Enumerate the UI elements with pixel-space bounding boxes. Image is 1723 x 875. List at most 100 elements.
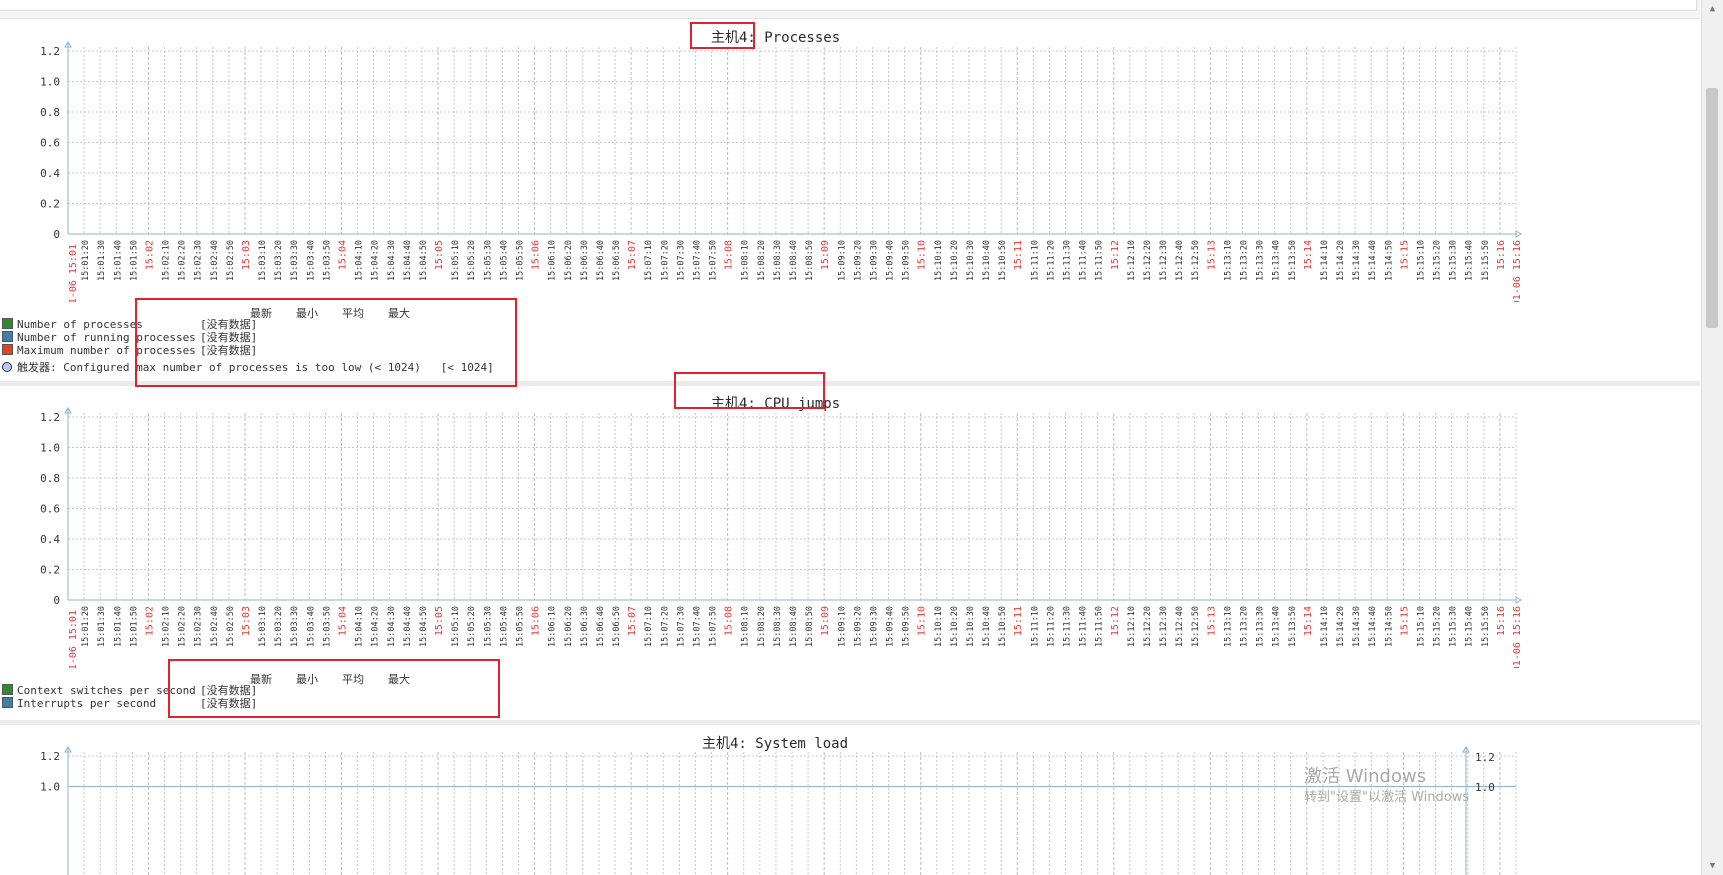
top-toolbar-field <box>0 0 1697 11</box>
x-major-tick-label: 15:16 <box>1496 606 1507 636</box>
x-tick-label: 15:08:30 <box>773 606 783 647</box>
x-tick-label: 15:05:30 <box>483 606 493 647</box>
x-tick-label: 15:10:30 <box>966 606 976 647</box>
x-tick-label: 15:03:10 <box>258 240 268 281</box>
x-tick-label: 15:07:10 <box>644 240 654 281</box>
x-tick-label: 15:04:40 <box>403 240 413 281</box>
x-major-tick-label: 15:13 <box>1206 606 1217 636</box>
x-tick-label: 15:12:30 <box>1159 606 1169 647</box>
x-major-tick-label: 15:06 <box>531 240 542 270</box>
x-tick-label: 15:03:50 <box>322 240 332 281</box>
x-tick-label: 15:14:40 <box>1368 606 1378 647</box>
x-tick-label: 15:11:10 <box>1030 606 1040 647</box>
x-tick-label: 15:12:20 <box>1143 240 1153 281</box>
x-major-tick-label: 15:09 <box>820 606 831 636</box>
x-tick-label: 15:02:30 <box>194 240 204 281</box>
windows-activation-watermark: 激活 Windows <box>1304 766 1427 787</box>
x-tick-label: 15:14:20 <box>1336 240 1346 281</box>
scroll-up-icon[interactable]: ▲ <box>1702 0 1723 18</box>
x-axis-arrow <box>1515 230 1522 238</box>
x-tick-label: 15:09:40 <box>886 240 896 281</box>
x-tick-label: 15:11:20 <box>1046 240 1056 281</box>
series-color-swatch <box>2 331 13 342</box>
x-tick-label: 15:06:40 <box>596 240 606 281</box>
y-tick-label: 1.2 <box>40 411 60 424</box>
x-tick-label: 15:13:10 <box>1223 240 1233 281</box>
x-major-tick-label: 15:14 <box>1303 240 1314 270</box>
x-tick-label: 15:07:50 <box>709 240 719 281</box>
y-tick-label: 0.8 <box>40 106 60 119</box>
processes-graph[interactable]: 1.2 1.0 0.8 0.6 0.4 0.2 0 01-06 15:01 15:01:20 15… <box>0 40 1540 302</box>
x-major-tick-label: 15:05 <box>434 606 445 636</box>
x-tick-label: 15:10:40 <box>982 240 992 281</box>
x-tick-label: 15:15:10 <box>1416 240 1426 281</box>
x-major-tick-label: 15:10 <box>917 240 928 270</box>
x-major-tick-label: 15:03 <box>241 240 252 270</box>
x-tick-label: 15:12:40 <box>1175 606 1185 647</box>
y-tick-label: 1.0 <box>40 76 60 89</box>
x-tick-label: 15:06:50 <box>612 240 622 281</box>
x-tick-label: 15:03:30 <box>290 606 300 647</box>
x-tick-label: 15:06:20 <box>564 240 574 281</box>
x-tick-label: 15:11:30 <box>1063 606 1073 647</box>
x-tick-label: 15:01:50 <box>129 606 139 647</box>
x-tick-label: 15:15:30 <box>1449 606 1459 647</box>
x-tick-label: 15:09:30 <box>869 240 879 281</box>
x-tick-label: 15:03:40 <box>306 240 316 281</box>
y-tick-label: 1.2 <box>40 45 60 58</box>
y-tick-label: 1.0 <box>40 442 60 455</box>
x-major-tick-label: 15:14 <box>1303 606 1314 636</box>
x-tick-label: 15:02:10 <box>162 606 172 647</box>
y-tick-label: 0.6 <box>40 503 60 516</box>
x-tick-label: 15:11:50 <box>1095 240 1105 281</box>
x-tick-label: 15:02:30 <box>194 606 204 647</box>
x-major-tick-label: 15:07 <box>627 240 638 270</box>
x-tick-label: 15:04:10 <box>355 240 365 281</box>
x-tick-label: 15:05:50 <box>515 606 525 647</box>
x-tick-label: 15:10:40 <box>982 606 992 647</box>
x-tick-label: 15:11:30 <box>1063 240 1073 281</box>
x-tick-label: 15:15:50 <box>1481 606 1491 647</box>
x-tick-label: 15:14:10 <box>1320 606 1330 647</box>
highlight-box <box>168 659 500 718</box>
top-toolbar-strip <box>0 0 1700 19</box>
x-tick-label: 15:10:20 <box>950 606 960 647</box>
x-tick-label: 15:14:30 <box>1352 606 1362 647</box>
x-tick-label: 15:04:30 <box>387 240 397 281</box>
x-tick-label: 15:11:50 <box>1095 606 1105 647</box>
x-tick-label: 15:05:40 <box>499 240 509 281</box>
x-tick-label: 15:05:30 <box>483 240 493 281</box>
x-tick-label: 15:09:10 <box>837 606 847 647</box>
x-tick-label: 15:05:10 <box>451 606 461 647</box>
x-major-tick-label: 15:11 <box>1013 240 1024 270</box>
x-tick-label: 15:14:30 <box>1352 240 1362 281</box>
x-major-tick-label: 15:02 <box>144 606 155 636</box>
y-tick-label: 0.2 <box>40 198 60 211</box>
x-major-tick-label: 15:07 <box>627 606 638 636</box>
scroll-down-icon[interactable]: ▼ <box>1702 857 1723 875</box>
x-tick-label: 15:13:10 <box>1223 606 1233 647</box>
x-tick-label: 15:13:40 <box>1272 606 1282 647</box>
series-color-swatch <box>2 318 13 329</box>
vertical-scrollbar[interactable]: ▲ ▼ <box>1701 0 1723 875</box>
x-major-tick-label: 15:09 <box>820 240 831 270</box>
x-tick-label: 15:14:50 <box>1384 240 1394 281</box>
x-tick-label: 15:10:10 <box>934 240 944 281</box>
x-major-tick-label: 15:12 <box>1110 606 1121 636</box>
x-tick-label: 15:07:20 <box>660 606 670 647</box>
x-tick-label: 15:08:20 <box>757 240 767 281</box>
scrollbar-thumb[interactable] <box>1706 88 1718 328</box>
x-tick-label: 15:15:30 <box>1449 240 1459 281</box>
x-tick-label: 15:04:30 <box>387 606 397 647</box>
x-tick-label: 15:09:50 <box>902 240 912 281</box>
y-tick-label: 0.4 <box>40 533 60 546</box>
x-start-label: 01-06 15:01 <box>68 244 79 302</box>
cpu-jumps-graph[interactable]: 1.2 1.0 0.8 0.6 0.4 0.2 0 01-06 15:01 15:01:20 15… <box>0 406 1540 668</box>
x-tick-label: 15:07:30 <box>676 240 686 281</box>
x-tick-label: 15:01:50 <box>129 240 139 281</box>
trigger-icon <box>2 362 12 372</box>
x-tick-label: 15:13:20 <box>1239 240 1249 281</box>
x-tick-label: 15:12:10 <box>1127 240 1137 281</box>
x-tick-label: 15:14:20 <box>1336 606 1346 647</box>
x-tick-label: 15:11:40 <box>1079 606 1089 647</box>
